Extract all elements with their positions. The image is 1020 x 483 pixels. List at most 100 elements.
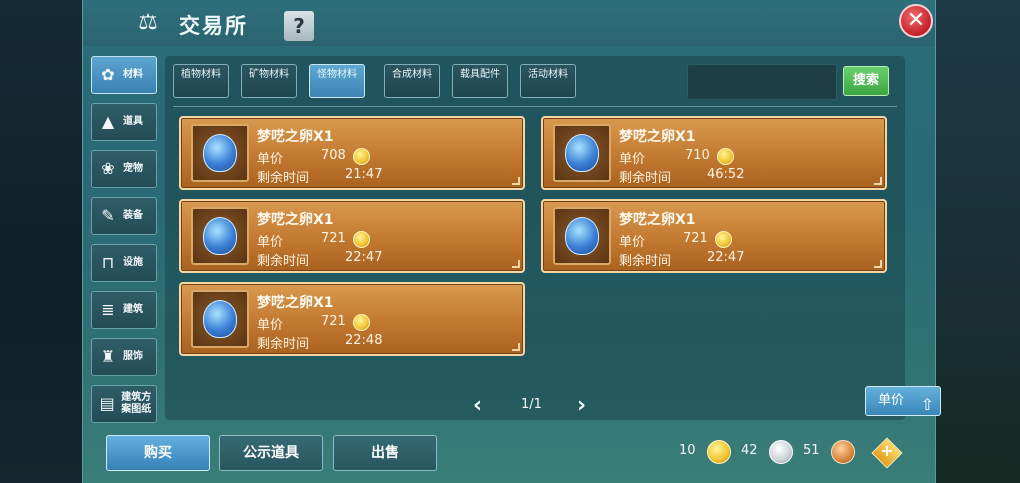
- time-label: 剩余时间: [619, 171, 672, 186]
- clothing-icon: ♜: [100, 347, 116, 366]
- plus-icon: +: [880, 441, 894, 460]
- page-indicator: 1/1: [521, 397, 542, 412]
- sell-button[interactable]: 出售: [333, 435, 437, 471]
- public-items-button[interactable]: 公示道具: [219, 435, 323, 471]
- gold-coin-icon: [353, 148, 370, 165]
- sort-by-price-button[interactable]: 单价 ⇧: [865, 386, 941, 416]
- gold-coin-icon: [715, 231, 732, 248]
- corner-icon: [512, 177, 520, 185]
- next-page-button[interactable]: ›: [577, 393, 586, 418]
- prev-page-button[interactable]: ‹: [473, 393, 482, 418]
- sidebar-item-label: 建筑方案图纸: [121, 392, 152, 415]
- gold-coin-icon: [717, 148, 734, 165]
- listing-card[interactable]: 梦呓之卵X1 单价 721 剩余时间 22:48: [179, 282, 525, 356]
- item-thumbnail: [191, 124, 249, 182]
- tab-synthetic-materials[interactable]: 合成材料: [384, 64, 440, 98]
- background-right: [936, 0, 1020, 483]
- listing-card[interactable]: 梦呓之卵X1 单价 721 剩余时间 22:47: [179, 199, 525, 273]
- title-bar: ⚖ 交易所 ? ✕: [83, 0, 935, 46]
- exchange-window: ⚖ 交易所 ? ✕ ✿ 材料 ▲ 道具 ❀ 宠物 ✎ 装备 ⊓ 设施 ≣ 建筑: [82, 0, 941, 483]
- item-thumbnail: [191, 207, 249, 265]
- time-remaining: 46:52: [707, 167, 745, 182]
- item-name: 梦呓之卵X1: [257, 212, 334, 228]
- search-button[interactable]: 搜索: [843, 66, 889, 96]
- listing-card[interactable]: 梦呓之卵X1 单价 721 剩余时间 22:47: [541, 199, 887, 273]
- divider: [173, 106, 897, 107]
- time-label: 剩余时间: [257, 254, 310, 269]
- item-thumbnail: [553, 207, 611, 265]
- corner-icon: [512, 260, 520, 268]
- tab-mineral-materials[interactable]: 矿物材料: [241, 64, 297, 98]
- time-label: 剩余时间: [257, 171, 310, 186]
- sort-arrow-icon: ⇧: [920, 395, 934, 414]
- price-value: 721: [321, 231, 346, 246]
- listing-panel: 植物材料 矿物材料 怪物材料 合成材料 载具配件 活动材料 搜索 梦呓之卵X1 …: [165, 56, 941, 420]
- egg-icon: [565, 217, 599, 255]
- item-name: 梦呓之卵X1: [257, 129, 334, 145]
- price-value: 710: [685, 148, 710, 163]
- window-title: 交易所: [179, 13, 248, 38]
- sidebar-item-materials[interactable]: ✿ 材料: [91, 56, 157, 94]
- sidebar-item-label: 设施: [123, 257, 143, 268]
- sort-label: 单价: [878, 393, 905, 408]
- gold-coin-icon: [353, 231, 370, 248]
- item-thumbnail: [553, 124, 611, 182]
- item-name: 梦呓之卵X1: [619, 212, 696, 228]
- sidebar-item-blueprints[interactable]: ▤ 建筑方案图纸: [91, 385, 157, 423]
- egg-icon: [203, 217, 237, 255]
- price-label: 单价: [257, 152, 284, 167]
- price-value: 721: [683, 231, 708, 246]
- tab-event-materials[interactable]: 活动材料: [520, 64, 576, 98]
- gold-coin-icon: [353, 314, 370, 331]
- time-remaining: 21:47: [345, 167, 383, 182]
- sidebar-item-label: 装备: [123, 210, 143, 221]
- blueprint-icon: ▤: [99, 394, 115, 413]
- sidebar-item-label: 宠物: [123, 163, 143, 174]
- sidebar-item-pets[interactable]: ❀ 宠物: [91, 150, 157, 188]
- sidebar-item-equipment[interactable]: ✎ 装备: [91, 197, 157, 235]
- scale-icon: ⚖: [138, 10, 158, 35]
- tab-monster-materials[interactable]: 怪物材料: [309, 64, 365, 98]
- gold-coin-icon: [707, 440, 731, 464]
- time-remaining: 22:47: [707, 250, 745, 265]
- sidebar-item-clothing[interactable]: ♜ 服饰: [91, 338, 157, 376]
- close-button[interactable]: ✕: [899, 4, 933, 38]
- facility-icon: ⊓: [101, 253, 115, 272]
- copper-amount: 51: [803, 443, 820, 458]
- search-input[interactable]: [687, 64, 837, 100]
- sidebar-item-buildings[interactable]: ≣ 建筑: [91, 291, 157, 329]
- item-icon: ▲: [101, 112, 115, 131]
- time-remaining: 22:47: [345, 250, 383, 265]
- price-label: 单价: [257, 235, 284, 250]
- egg-icon: [203, 300, 237, 338]
- tab-plant-materials[interactable]: 植物材料: [173, 64, 229, 98]
- paw-icon: ❀: [101, 159, 115, 178]
- corner-icon: [874, 260, 882, 268]
- item-name: 梦呓之卵X1: [619, 129, 696, 145]
- tab-vehicle-parts[interactable]: 载具配件: [452, 64, 508, 98]
- buy-button[interactable]: 购买: [106, 435, 210, 471]
- building-icon: ≣: [101, 300, 115, 319]
- sidebar-item-facilities[interactable]: ⊓ 设施: [91, 244, 157, 282]
- equipment-icon: ✎: [101, 206, 115, 225]
- price-label: 单价: [257, 318, 284, 333]
- price-label: 单价: [619, 235, 646, 250]
- time-remaining: 22:48: [345, 333, 383, 348]
- sidebar-item-label: 道具: [123, 116, 143, 127]
- price-value: 708: [321, 148, 346, 163]
- price-value: 721: [321, 314, 346, 329]
- listing-card[interactable]: 梦呓之卵X1 单价 708 剩余时间 21:47: [179, 116, 525, 190]
- sidebar-item-label: 服饰: [123, 351, 143, 362]
- sidebar-item-label: 材料: [123, 69, 143, 80]
- time-label: 剩余时间: [257, 337, 310, 352]
- listing-card[interactable]: 梦呓之卵X1 单价 710 剩余时间 46:52: [541, 116, 887, 190]
- item-name: 梦呓之卵X1: [257, 295, 334, 311]
- time-label: 剩余时间: [619, 254, 672, 269]
- sidebar-item-items[interactable]: ▲ 道具: [91, 103, 157, 141]
- sidebar-item-label: 建筑: [123, 304, 143, 315]
- corner-icon: [512, 343, 520, 351]
- price-label: 单价: [619, 152, 646, 167]
- gold-amount: 10: [679, 443, 696, 458]
- help-button[interactable]: ?: [284, 11, 314, 41]
- copper-coin-icon: [831, 440, 855, 464]
